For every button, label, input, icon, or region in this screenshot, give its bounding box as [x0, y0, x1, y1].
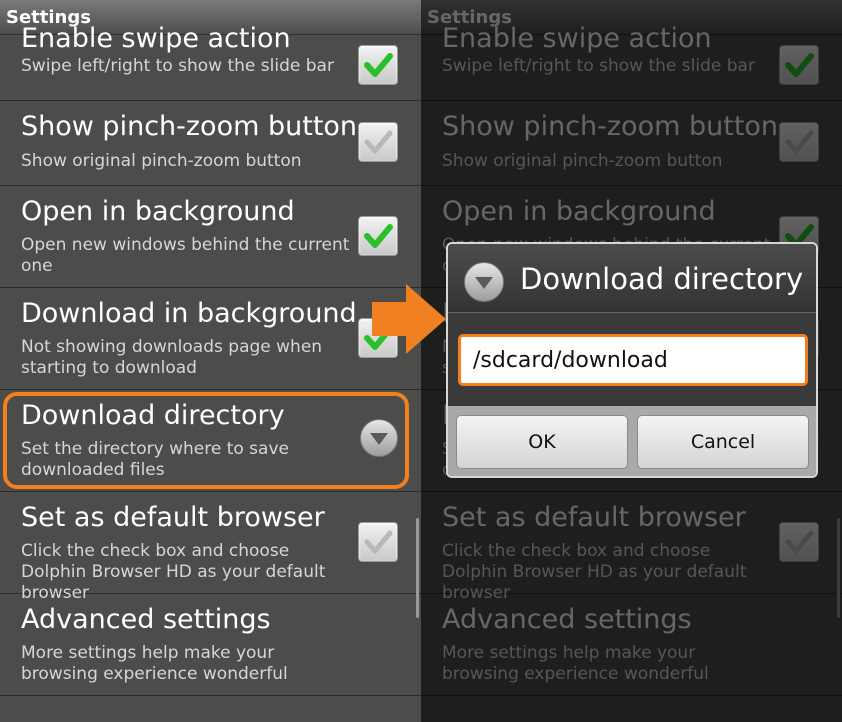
setting-title: Show pinch-zoom button — [21, 111, 358, 142]
setting-summary: Open new windows behind the current one — [21, 235, 350, 276]
setting-summary: Show original pinch-zoom button — [21, 151, 302, 171]
setting-title: Advanced settings — [21, 604, 271, 635]
download-directory-dialog: Download directory OK Cancel — [446, 242, 818, 478]
arrow-right-icon — [372, 284, 446, 354]
scrollbar[interactable] — [416, 518, 419, 618]
dropdown-icon — [464, 262, 504, 302]
dialog-title: Download directory — [520, 262, 804, 296]
setting-summary: More settings help make your browsing ex… — [21, 643, 288, 684]
setting-title: Set as default browser — [21, 502, 325, 533]
highlight-box — [3, 392, 409, 489]
open-background-checkbox[interactable] — [358, 216, 398, 256]
dialog-header: Download directory — [448, 244, 816, 313]
setting-summary: Not showing downloads page when starting… — [21, 337, 323, 378]
setting-title: Open in background — [21, 196, 295, 227]
cancel-button[interactable]: Cancel — [637, 415, 809, 469]
setting-enable-swipe[interactable]: Enable swipe action Swipe left/right to … — [0, 23, 421, 101]
setting-default-browser[interactable]: Set as default browser Click the check b… — [0, 492, 421, 603]
checkmark-icon — [364, 53, 393, 77]
setting-title: Download in background — [21, 298, 357, 329]
setting-title: Enable swipe action — [21, 23, 291, 54]
ok-button[interactable]: OK — [456, 415, 628, 469]
checkmark-icon — [364, 530, 393, 554]
checkmark-icon — [364, 130, 393, 154]
checkmark-icon — [364, 224, 393, 248]
setting-download-background[interactable]: Download in background Not showing downl… — [0, 288, 421, 390]
download-directory-input[interactable] — [458, 334, 808, 386]
dialog-button-bar: OK Cancel — [448, 406, 816, 476]
swipe-checkbox[interactable] — [358, 45, 398, 85]
setting-open-background[interactable]: Open in background Open new windows behi… — [0, 186, 421, 288]
setting-advanced[interactable]: Advanced settings More settings help mak… — [0, 594, 421, 696]
default-browser-checkbox[interactable] — [358, 522, 398, 562]
setting-summary: Swipe left/right to show the slide bar — [21, 56, 334, 76]
settings-list: Enable swipe action Swipe left/right to … — [0, 23, 421, 722]
setting-pinch-zoom[interactable]: Show pinch-zoom button Show original pin… — [0, 100, 421, 186]
pinch-zoom-checkbox[interactable] — [358, 122, 398, 162]
settings-screen-left: Settings Enable swipe action Swipe left/… — [0, 0, 421, 722]
